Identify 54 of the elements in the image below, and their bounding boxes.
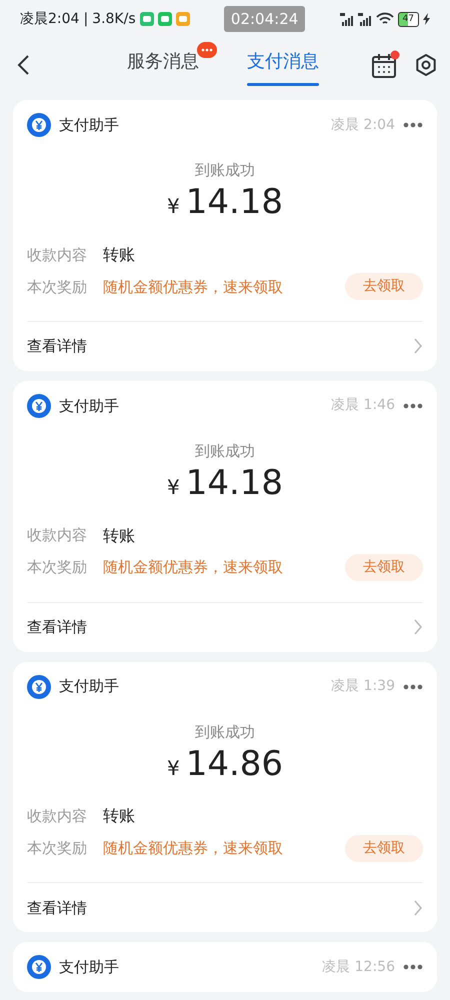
tab[interactable]: 支付消息: [247, 44, 319, 86]
chevron-right-icon: [413, 898, 423, 917]
yuan-icon: [27, 955, 51, 980]
sender-name: 支付助手: [59, 396, 120, 417]
separator-text: |: [83, 10, 88, 28]
amount-text: ¥ 14.86: [166, 744, 284, 784]
field-label: 本次奖励: [27, 276, 88, 298]
message-time: 凌晨 1:39: [331, 677, 395, 696]
chevron-right-icon: [413, 337, 423, 356]
reward-text: 随机金额优惠券，速来领取: [103, 838, 284, 860]
sender-name: 支付助手: [59, 676, 120, 698]
more-icon[interactable]: [403, 964, 423, 970]
yuan-icon: [27, 394, 51, 418]
yuan-icon: [27, 113, 51, 137]
sender-name: 支付助手: [59, 957, 120, 978]
more-icon[interactable]: [403, 402, 423, 409]
amount-text: ¥ 14.18: [166, 182, 284, 222]
reward-text: 随机金额优惠券，速来领取: [103, 276, 284, 298]
details-link[interactable]: 查看详情: [27, 616, 413, 638]
field-label: 收款内容: [27, 244, 88, 266]
details-link[interactable]: 查看详情: [27, 896, 413, 920]
payment-status: 到账成功: [195, 442, 255, 460]
reward-text: 随机金额优惠券，速来领取: [103, 557, 284, 578]
field-value: 转账: [103, 244, 136, 266]
more-icon[interactable]: [403, 122, 423, 128]
signal-icon: [340, 12, 354, 26]
more-icon[interactable]: [403, 684, 423, 690]
note-icon: [176, 12, 190, 26]
network-speed: 3.8K/s: [92, 10, 136, 28]
sender-name: 支付助手: [59, 114, 120, 136]
payment-status: 到账成功: [195, 161, 255, 179]
calendar-icon[interactable]: [370, 50, 400, 80]
field-value: 转账: [103, 805, 136, 828]
field-value: 转账: [103, 524, 136, 547]
settings-icon[interactable]: [414, 53, 438, 77]
field-label: 本次奖励: [27, 838, 88, 860]
message-time: 凌晨 1:46: [331, 396, 395, 416]
yuan-icon: [27, 674, 51, 699]
chevron-right-icon: [413, 618, 423, 636]
app-icon: [140, 12, 154, 26]
wifi-icon: [376, 12, 394, 26]
field-label: 收款内容: [27, 525, 88, 546]
payment-status: 到账成功: [195, 722, 255, 741]
field-label: 收款内容: [27, 806, 88, 828]
tab[interactable]: 服务消息: [127, 44, 199, 86]
status-time: 凌晨2:04: [20, 10, 80, 28]
message-time: 凌晨 12:56: [322, 958, 395, 977]
message-time: 凌晨 2:04: [331, 116, 395, 134]
chat-icon: [158, 12, 172, 26]
signal-icon: [358, 12, 372, 26]
field-label: 本次奖励: [27, 557, 88, 578]
amount-text: ¥ 14.18: [166, 462, 284, 503]
clock-overlay: 02:04:24: [224, 6, 306, 32]
details-link[interactable]: 查看详情: [27, 335, 413, 358]
